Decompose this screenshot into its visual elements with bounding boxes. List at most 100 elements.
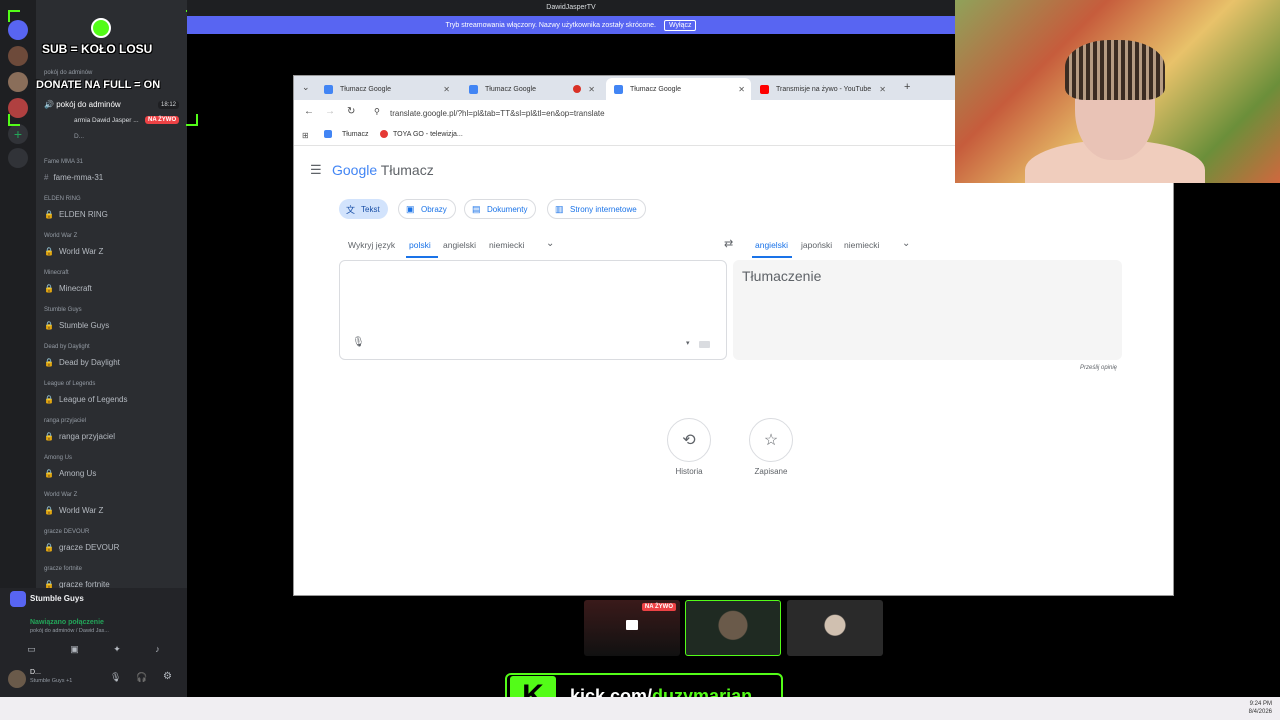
- microphone-icon[interactable]: 🎙: [352, 337, 365, 348]
- source-lang-english[interactable]: angielski: [443, 240, 476, 250]
- forward-icon[interactable]: →: [325, 106, 335, 117]
- activity-icon[interactable]: ✦: [113, 644, 121, 658]
- bookmark-item[interactable]: Tłumacz: [342, 131, 368, 138]
- connection-detail[interactable]: pokój do adminów / Dawid Jas...: [30, 628, 109, 634]
- channel-label: Stumble Guys: [58, 321, 110, 330]
- chevron-down-icon[interactable]: ▾: [686, 339, 690, 347]
- category-label[interactable]: World War Z: [44, 492, 77, 498]
- category-label[interactable]: gracze fortnite: [44, 566, 82, 572]
- lock-icon: 🔒: [44, 506, 54, 515]
- chevron-down-icon[interactable]: ⌄: [902, 238, 910, 249]
- hash-icon: #: [44, 173, 49, 182]
- address-bar[interactable]: translate.google.pl/?hl=pl&tab=TT&sl=pl&…: [390, 109, 605, 118]
- headphones-icon[interactable]: 🎧: [136, 672, 147, 683]
- source-lang-polish[interactable]: polski: [409, 240, 431, 250]
- stream-thumbnail[interactable]: [685, 600, 781, 656]
- translate-icon: 文: [346, 204, 356, 215]
- mode-images-tab[interactable]: ▣ Obrazy: [398, 199, 456, 219]
- browser-tab[interactable]: Tłumacz Google ✕: [461, 78, 601, 100]
- saved-button[interactable]: ☆: [749, 418, 793, 462]
- category-label[interactable]: Dead by Daylight: [44, 344, 90, 350]
- send-feedback-link[interactable]: Prześlij opinię: [1080, 365, 1117, 371]
- channel-item[interactable]: 🔒 League of Legends: [44, 395, 127, 404]
- stream-thumbnail[interactable]: [787, 600, 883, 656]
- translate-logo[interactable]: Google Tłumacz: [332, 162, 434, 178]
- mode-websites-tab[interactable]: ▥ Strony internetowe: [547, 199, 646, 219]
- site-info-icon[interactable]: ⚲: [374, 107, 380, 116]
- channel-item[interactable]: 🔒 Among Us: [44, 469, 96, 478]
- back-icon[interactable]: ←: [304, 106, 314, 117]
- star-icon: ☆: [763, 432, 779, 449]
- history-button[interactable]: ⟲: [667, 418, 711, 462]
- target-lang-japanese[interactable]: japoński: [801, 240, 832, 250]
- apps-icon[interactable]: ⊞: [302, 131, 309, 140]
- disable-streamer-mode-button[interactable]: Wyłącz: [663, 19, 697, 31]
- detect-language-tab[interactable]: Wykryj język: [348, 240, 395, 250]
- channel-item[interactable]: # fame-mma-31: [44, 173, 103, 182]
- category-label[interactable]: League of Legends: [44, 381, 95, 387]
- username[interactable]: D...: [30, 669, 41, 676]
- close-icon[interactable]: ✕: [879, 85, 886, 94]
- category-label[interactable]: Stumble Guys: [44, 307, 82, 313]
- connection-status: Nawiązano połączenie: [30, 619, 104, 626]
- microphone-icon[interactable]: 🎙: [110, 672, 121, 683]
- close-icon[interactable]: ✕: [738, 85, 745, 94]
- source-text-input[interactable]: 🎙 ▾: [339, 260, 727, 360]
- channel-item[interactable]: 🔒 Minecraft: [44, 284, 92, 293]
- system-tray-clock[interactable]: 9:24 PM 8/4/2026: [1249, 700, 1272, 716]
- channel-item[interactable]: 🔒 ELDEN RING: [44, 210, 108, 219]
- website-icon: ▥: [555, 203, 564, 214]
- category-label[interactable]: Among Us: [44, 455, 72, 461]
- new-tab-icon[interactable]: +: [904, 81, 910, 93]
- close-icon[interactable]: ✕: [588, 85, 595, 94]
- add-server-icon[interactable]: +: [8, 124, 28, 144]
- browser-tab-active[interactable]: Tłumacz Google ✕: [606, 78, 751, 100]
- soundboard-icon[interactable]: ♪: [155, 644, 160, 658]
- menu-icon[interactable]: ☰: [310, 162, 322, 178]
- channel-item[interactable]: 🔒 World War Z: [44, 506, 103, 515]
- voice-user-name[interactable]: D...: [74, 133, 84, 140]
- target-lang-english[interactable]: angielski: [755, 240, 788, 250]
- mode-text-tab[interactable]: 文 Tekst: [339, 199, 388, 219]
- camera-icon[interactable]: ▭: [27, 644, 36, 658]
- channel-item[interactable]: 🔒 Stumble Guys: [44, 321, 109, 330]
- close-icon[interactable]: ✕: [443, 85, 450, 94]
- swap-languages-icon[interactable]: ⇄: [724, 237, 733, 250]
- keyboard-icon[interactable]: [699, 341, 710, 348]
- bookmark-item[interactable]: TOYA GO - telewizja...: [393, 131, 463, 138]
- channel-item[interactable]: 🔒 gracze DEVOUR: [44, 543, 119, 552]
- avatar[interactable]: [8, 670, 26, 688]
- mode-documents-tab[interactable]: ▤ Dokumenty: [464, 199, 537, 219]
- panel-channel-name[interactable]: Stumble Guys: [30, 594, 84, 603]
- chevron-down-icon[interactable]: ⌄: [546, 238, 554, 249]
- source-lang-german[interactable]: niemiecki: [489, 240, 524, 250]
- frame-corner: [186, 114, 198, 126]
- gear-icon[interactable]: ⚙: [163, 671, 172, 682]
- screen-share-icon[interactable]: ▣: [70, 644, 79, 658]
- explore-icon[interactable]: [8, 148, 28, 168]
- category-label[interactable]: ranga przyjaciel: [44, 418, 86, 424]
- tab-search-icon[interactable]: ⌄: [302, 82, 310, 93]
- active-underline: [752, 256, 792, 258]
- live-badge: NA ŻYWO: [641, 603, 676, 611]
- category-label[interactable]: World War Z: [44, 233, 77, 239]
- stream-thumbnail[interactable]: NA ŻYWO: [584, 600, 680, 656]
- browser-tab[interactable]: Transmisje na żywo - YouTube ✕: [752, 78, 892, 100]
- target-lang-german[interactable]: niemiecki: [844, 240, 879, 250]
- reload-icon[interactable]: ↻: [347, 106, 355, 117]
- category-label[interactable]: gracze DEVOUR: [44, 529, 89, 535]
- category-label[interactable]: Minecraft: [44, 270, 69, 276]
- wheel-icon: [91, 18, 111, 38]
- lock-icon: 🔒: [44, 395, 54, 404]
- channel-item[interactable]: 🔒 World War Z: [44, 247, 103, 256]
- document-icon: ▤: [472, 203, 481, 214]
- channel-item[interactable]: 🔒 ranga przyjaciel: [44, 432, 115, 441]
- channel-item[interactable]: 🔒 Dead by Daylight: [44, 358, 120, 367]
- saved-label: Zapisane: [754, 467, 788, 476]
- lock-icon: 🔒: [44, 321, 54, 330]
- category-label[interactable]: ELDEN RING: [44, 196, 81, 202]
- category-label[interactable]: Fame MMA 31: [44, 159, 83, 165]
- channel-label: World War Z: [58, 506, 104, 515]
- streamer-mode-banner: Tryb streamowania włączony. Nazwy użytko…: [187, 16, 955, 34]
- browser-tab[interactable]: Tłumacz Google ✕: [316, 78, 456, 100]
